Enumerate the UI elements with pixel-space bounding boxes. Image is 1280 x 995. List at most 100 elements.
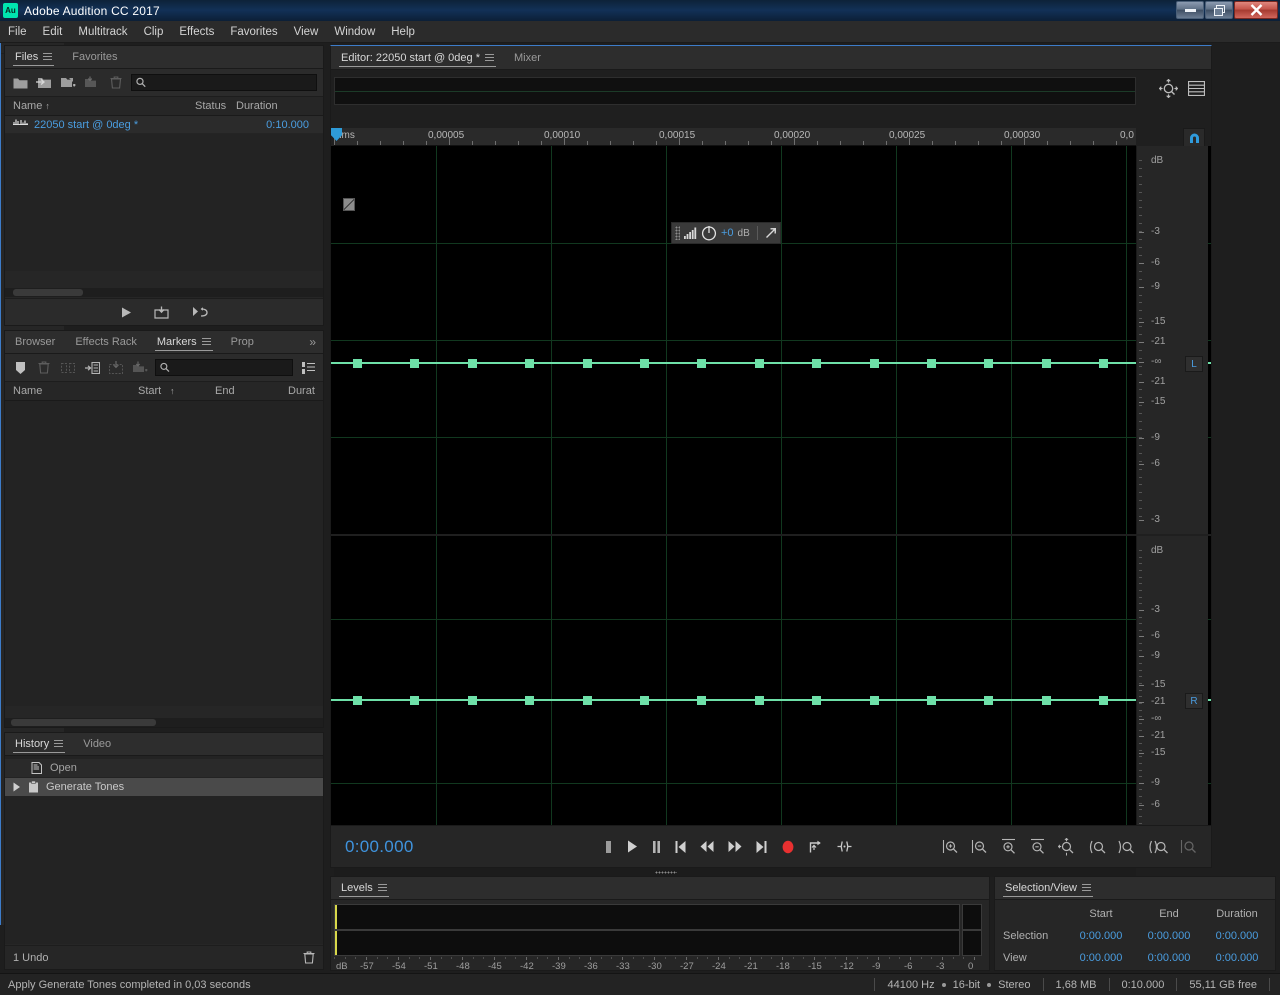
batch-process-icon[interactable] [131,360,149,376]
files-col-name[interactable]: Name [13,100,42,112]
play-button[interactable] [627,840,638,853]
level-meter-right[interactable] [334,930,960,956]
insert-multitrack-icon[interactable] [153,306,169,319]
pause-button[interactable] [652,840,661,853]
spectral-display-icon[interactable] [1188,81,1205,96]
markers-hscrollbar-track[interactable] [5,718,323,727]
grip-icon[interactable] [675,226,680,240]
history-expand-arrow-icon[interactable] [13,782,21,792]
channel-badge-left[interactable]: L [1185,356,1203,372]
record-button[interactable] [781,840,795,854]
clip-gain-value[interactable]: +0 [721,227,734,239]
menu-help[interactable]: Help [383,24,423,40]
status-bit-depth[interactable]: 16-bit [951,979,983,991]
pin-icon[interactable] [765,227,777,239]
view-duration-value[interactable]: 0:00.000 [1203,952,1271,964]
menu-file[interactable]: File [0,24,35,40]
tab-overflow-icon[interactable]: » [302,331,323,353]
minimize-button[interactable] [1176,1,1204,19]
view-start-value[interactable]: 0:00.000 [1067,952,1135,964]
selection-start-value[interactable]: 0:00.000 [1067,930,1135,942]
menu-view[interactable]: View [286,24,327,40]
zoom-in-time-icon[interactable] [1000,838,1017,855]
overview-strip[interactable] [334,77,1136,105]
level-meter-left[interactable] [334,904,960,930]
selection-end-value[interactable]: 0:00.000 [1135,930,1203,942]
maximize-button[interactable] [1205,1,1233,19]
tab-browser[interactable]: Browser [5,331,65,353]
db-ruler-right-channel[interactable]: dB-3-6-9-15-21-∞-21-15-9-6-3 R [1136,536,1208,866]
marker-list-options-icon[interactable] [299,360,317,376]
markers-col-start[interactable]: Start [138,385,161,397]
files-col-duration[interactable]: Duration [236,100,278,112]
menu-multitrack[interactable]: Multitrack [70,24,135,40]
play-icon[interactable] [121,307,132,318]
selection-duration-value[interactable]: 0:00.000 [1203,930,1271,942]
clip-gain-hud[interactable]: +0 dB [671,222,781,244]
markers-col-name[interactable]: Name [13,385,42,397]
zoom-out-time-icon[interactable] [1029,838,1046,855]
panel-menu-icon[interactable] [484,53,494,62]
new-file-icon[interactable] [59,75,77,91]
metronome-button[interactable] [837,840,852,853]
loop-button[interactable] [809,840,823,854]
menu-clip[interactable]: Clip [136,24,172,40]
zoom-full-icon[interactable] [1180,838,1197,855]
magnet-icon[interactable] [1183,128,1205,148]
import-file-icon[interactable] [35,75,53,91]
tab-files[interactable]: Files [5,46,62,68]
zoom-out-full-icon[interactable] [1058,837,1076,856]
menu-edit[interactable]: Edit [35,24,71,40]
panel-menu-icon[interactable] [54,740,64,748]
files-col-status[interactable]: Status [195,100,226,112]
zoom-all-icon[interactable] [1159,79,1178,98]
list-item[interactable]: Generate Tones [5,778,323,797]
markers-col-end[interactable]: End [215,385,235,397]
history-list[interactable]: Open Generate Tones [5,756,323,944]
files-search-box[interactable] [131,74,317,91]
markers-col-duration[interactable]: Durat [288,385,315,397]
merge-markers-icon[interactable] [59,360,77,376]
status-duration[interactable]: 0:10.000 [1120,979,1167,991]
level-meters[interactable] [334,904,982,956]
files-search-input[interactable] [149,76,312,89]
scrollbar-grip-icon[interactable] [654,871,677,874]
menu-effects[interactable]: Effects [171,24,222,40]
panel-menu-icon[interactable] [43,53,53,61]
status-sample-rate[interactable]: 44100 Hz [885,979,936,991]
status-file-size[interactable]: 1,68 MB [1054,979,1099,991]
selection-handle-left[interactable] [343,198,355,211]
open-file-icon[interactable] [11,75,29,91]
rewind-button[interactable] [700,841,714,852]
export-markers-icon[interactable] [107,360,125,376]
skip-start-button[interactable] [675,840,686,853]
tab-mixer[interactable]: Mixer [504,46,551,69]
list-item[interactable]: Open [5,759,323,778]
panel-menu-icon[interactable] [377,884,387,892]
save-file-icon[interactable] [83,75,101,91]
tab-selection-view[interactable]: Selection/View [995,877,1101,899]
panel-menu-icon[interactable] [1081,884,1091,892]
files-hscrollbar-track[interactable] [5,288,323,297]
tab-favorites[interactable]: Favorites [62,46,127,68]
list-item[interactable]: 22050 start @ 0deg * 0:10.000 [5,116,323,134]
insert-marker-icon[interactable] [83,360,101,376]
current-time-display[interactable]: 0:00.000 [331,837,414,857]
fast-forward-button[interactable] [728,841,742,852]
status-disk-free[interactable]: 55,11 GB free [1187,979,1259,991]
zoom-to-selection-in-icon[interactable] [1088,839,1106,855]
tab-properties[interactable]: Prop [221,331,264,353]
zoom-to-selection-out-icon[interactable] [1118,839,1136,855]
knob-icon[interactable] [701,225,717,241]
close-button[interactable] [1234,1,1278,19]
status-channels[interactable]: Stereo [996,979,1032,991]
close-file-icon[interactable] [107,75,125,91]
zoom-out-amplitude-icon[interactable] [971,838,988,855]
time-ruler[interactable]: hms 0,00005 0,00010 0,00015 0,00020 0,00… [334,128,1136,146]
delete-marker-icon[interactable] [35,360,53,376]
markers-list[interactable] [5,401,323,706]
tab-effects-rack[interactable]: Effects Rack [65,331,147,353]
bars-icon[interactable] [684,227,697,239]
tab-history[interactable]: History [5,733,73,755]
tab-video[interactable]: Video [73,733,121,755]
